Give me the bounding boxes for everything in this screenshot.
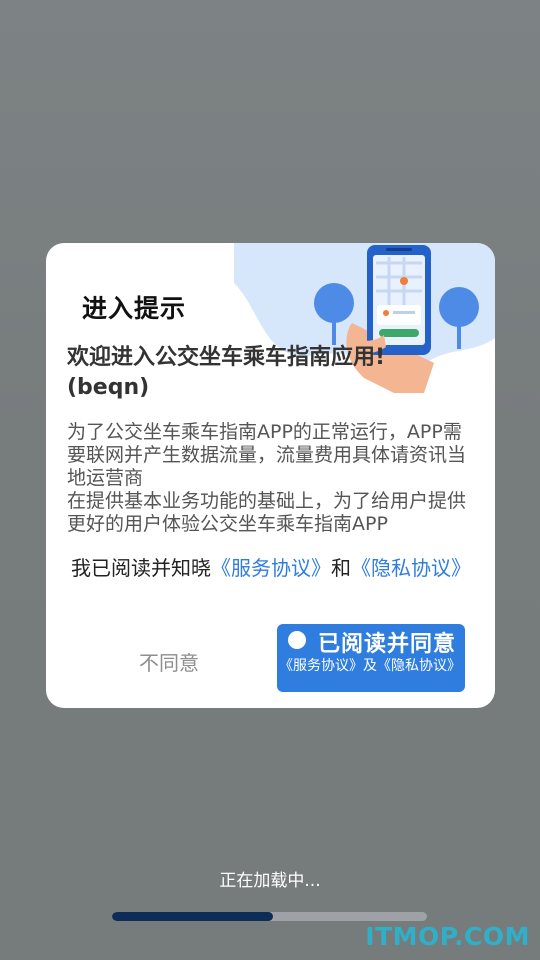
agree-button-sublabel: 《服务协议》及《隐私协议》 — [279, 658, 461, 674]
agree-button[interactable]: 已阅读并同意 《服务协议》及《隐私协议》 — [277, 624, 465, 692]
body-paragraph: 为了公交坐车乘车指南APP的正常运行，APP需要联网并产生数据流量，流量费用具体… — [67, 421, 467, 489]
loading-progress-bar — [112, 912, 427, 921]
agreement-notice: 我已阅读并知晓《服务协议》和《隐私协议》 — [66, 556, 476, 581]
watermark-logo: ITMOP.COM — [365, 922, 530, 951]
agree-button-label: 已阅读并同意 — [318, 632, 457, 657]
privacy-policy-link[interactable]: 《隐私协议》 — [351, 556, 471, 580]
progress-fill — [112, 912, 273, 921]
agreement-and: 和 — [331, 556, 351, 580]
body-paragraph: 在提供基本业务功能的基础上，为了给用户提供更好的用户体验公交坐车乘车指南APP — [67, 490, 467, 535]
dialog-title: 进入提示 — [82, 294, 187, 323]
welcome-heading: 欢迎进入公交坐车乘车指南应用!(beqn) — [67, 345, 386, 400]
loading-text: 正在加载中... — [219, 871, 321, 891]
radio-circle-icon — [288, 631, 306, 649]
disagree-button[interactable]: 不同意 — [124, 647, 214, 676]
agreement-prefix: 我已阅读并知晓 — [71, 556, 211, 580]
dialog-body: 为了公交坐车乘车指南APP的正常运行，APP需要联网并产生数据流量，流量费用具体… — [67, 421, 477, 536]
consent-dialog: 进入提示 欢迎进入公交坐车乘车指南应用!(beqn) 为了公交坐车乘车指南APP… — [46, 243, 495, 708]
service-agreement-link[interactable]: 《服务协议》 — [211, 556, 331, 580]
